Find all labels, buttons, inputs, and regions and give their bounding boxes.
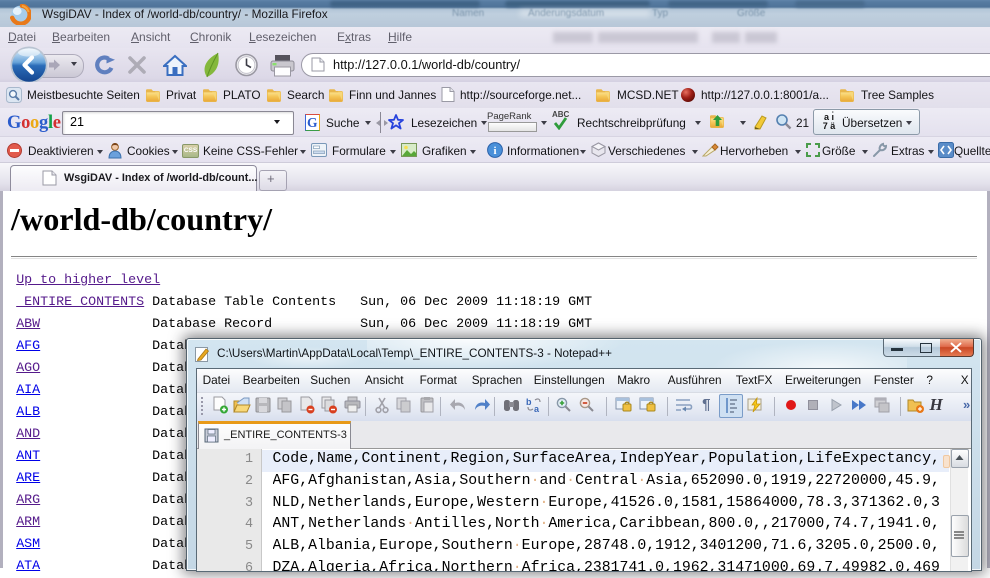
svg-text:b: b	[526, 397, 532, 407]
svg-text:i: i	[493, 145, 496, 157]
svg-text:a: a	[534, 404, 540, 414]
